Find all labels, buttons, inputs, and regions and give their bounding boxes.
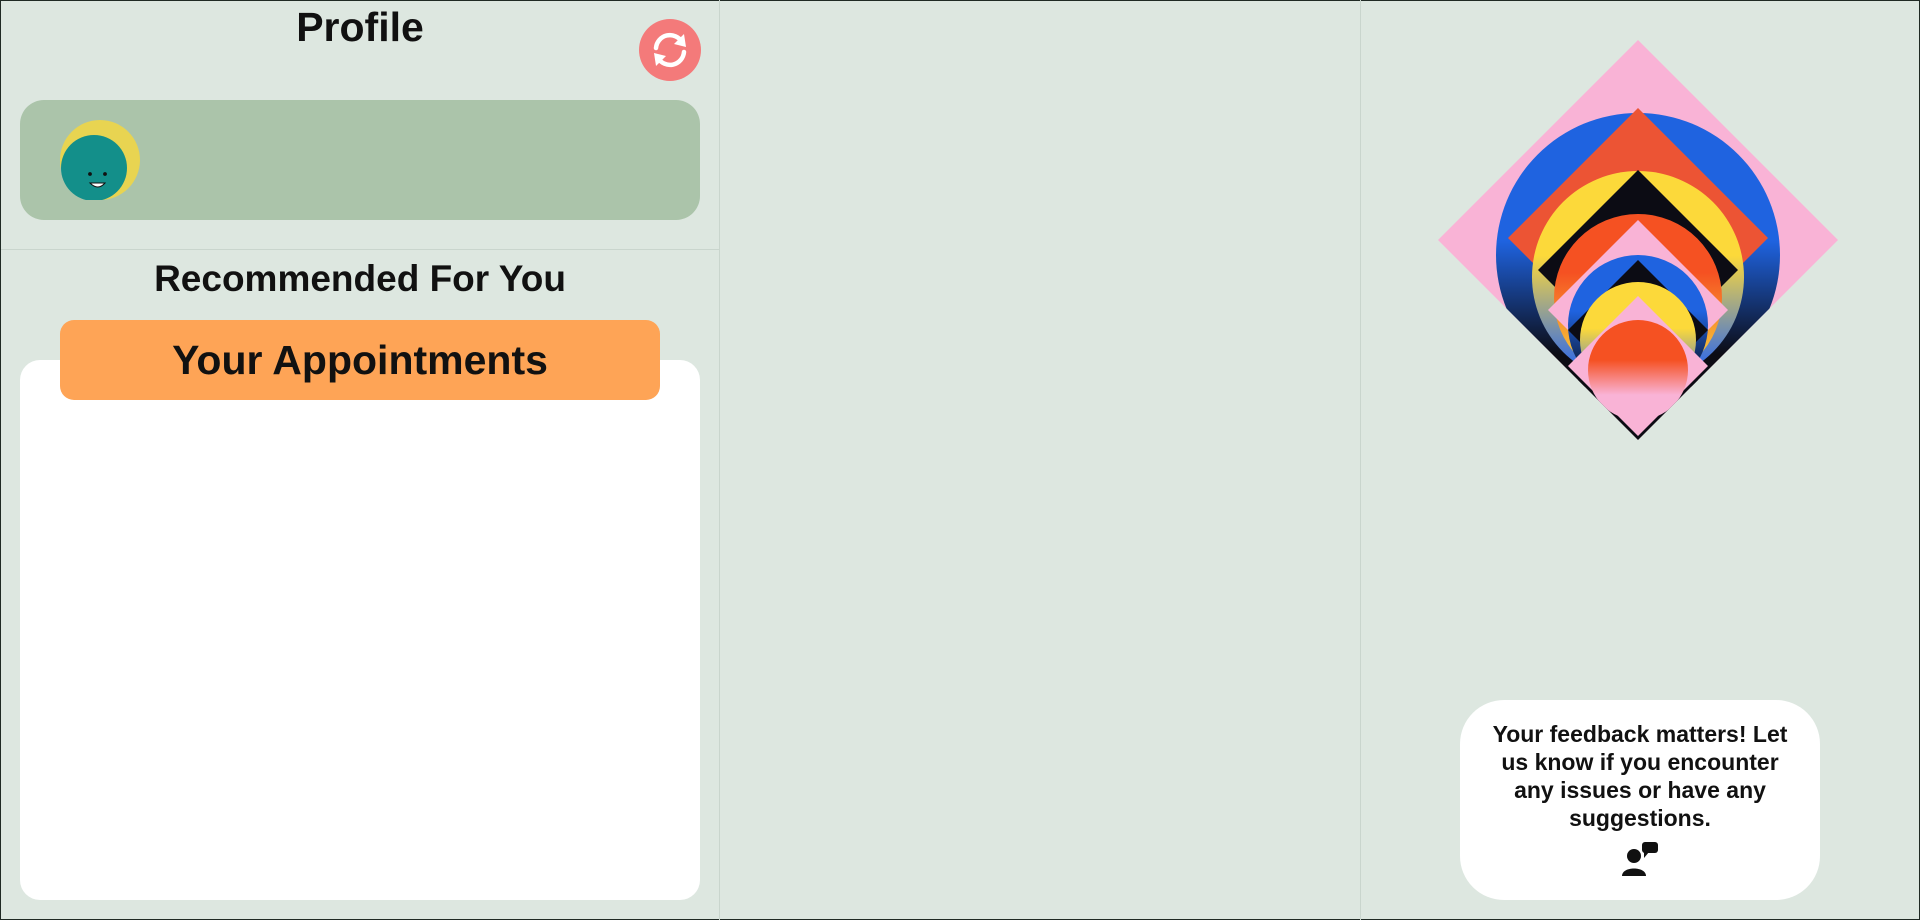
appointments-panel xyxy=(20,360,700,900)
appointments-header: Your Appointments xyxy=(60,320,660,400)
avatar xyxy=(60,120,140,200)
profile-card[interactable] xyxy=(20,100,700,220)
refresh-button[interactable] xyxy=(639,19,701,81)
feedback-card: Your feedback matters! Let us know if yo… xyxy=(1460,700,1820,900)
feedback-chat-icon[interactable] xyxy=(1620,840,1660,878)
section-divider xyxy=(1,249,719,250)
feedback-text: Your feedback matters! Let us know if yo… xyxy=(1492,721,1788,831)
recommended-title: Recommended For You xyxy=(154,258,566,299)
column-divider-left xyxy=(719,0,720,920)
column-divider-right xyxy=(1360,0,1361,920)
refresh-icon xyxy=(653,32,687,68)
concentric-diamond-artwork xyxy=(1438,40,1838,440)
profile-title: Profile xyxy=(296,4,424,50)
